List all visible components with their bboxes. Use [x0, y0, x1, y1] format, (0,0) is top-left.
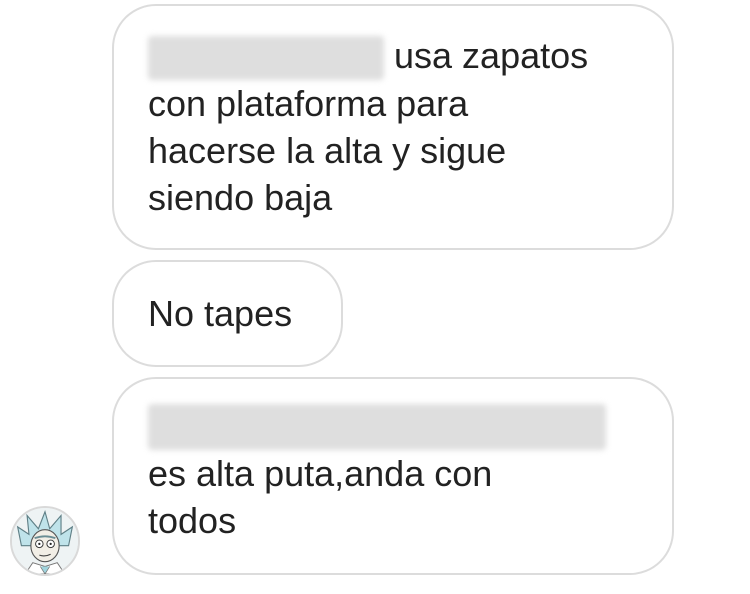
message-bubble-3[interactable]: es alta puta,anda con todos [112, 377, 674, 575]
message-text: No tapes [148, 293, 293, 334]
redacted-text-blur [148, 404, 606, 451]
sender-avatar[interactable] [10, 506, 80, 576]
message-text: siendo baja [148, 177, 333, 219]
message-line [148, 401, 638, 451]
message-text: usa zapatos [394, 35, 589, 76]
message-text: es alta puta,anda con [148, 453, 493, 495]
message-line: usa zapatos [148, 32, 638, 81]
message-text: con plataforma para [148, 83, 469, 125]
message-bubble-1[interactable]: usa zapatos con plataforma para hacerse … [112, 4, 674, 250]
redacted-name-blur [148, 36, 384, 81]
message-text: todos [148, 500, 237, 542]
message-bubble-2[interactable]: No tapes [112, 260, 343, 367]
message-text: hacerse la alta y sigue [148, 130, 507, 172]
cartoon-avatar-icon [12, 508, 78, 574]
